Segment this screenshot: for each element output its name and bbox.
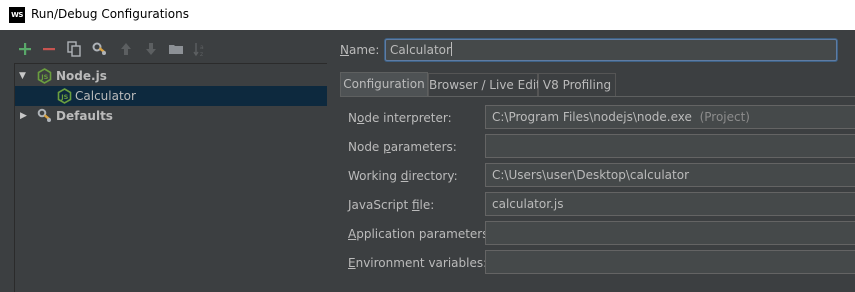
application-parameters-label: Application parameters:	[348, 227, 493, 241]
interpreter-scope: (Project)	[699, 110, 750, 124]
node-parameters-row: Node parameters:	[340, 134, 855, 158]
tree-item-nodejs[interactable]: ▼ JS Node.js	[15, 66, 327, 86]
node-interpreter-field[interactable]: C:\Program Files\nodejs\node.exe (Projec…	[485, 105, 855, 129]
name-label: Name:	[340, 43, 380, 57]
configurations-panel: az ▼ JS Node.js JS Calculator ▶ Defaults	[0, 30, 330, 292]
node-parameters-label: Node parameters:	[348, 140, 457, 154]
nodejs-icon: JS	[37, 68, 52, 84]
javascript-file-label: JavaScript file:	[348, 198, 435, 212]
node-interpreter-label: Node interpreter:	[348, 111, 452, 125]
node-parameters-field[interactable]	[485, 134, 855, 158]
tab-browser-live-edit[interactable]: Browser / Live Edit	[428, 73, 541, 96]
environment-variables-row: Environment variables:	[340, 250, 855, 274]
tab-configuration[interactable]: Configuration	[340, 72, 428, 96]
working-directory-field[interactable]: C:\Users\user\Desktop\calculator	[485, 163, 855, 187]
svg-text:JS: JS	[40, 73, 48, 81]
collapse-arrow-icon[interactable]: ▶	[20, 111, 27, 121]
remove-icon[interactable]	[40, 40, 58, 58]
svg-text:JS: JS	[60, 93, 68, 101]
application-parameters-field[interactable]	[485, 221, 855, 245]
expand-arrow-icon[interactable]: ▼	[19, 71, 26, 81]
copy-icon[interactable]	[65, 40, 83, 58]
tree-item-defaults[interactable]: ▶ Defaults	[15, 106, 327, 126]
tree-item-calculator[interactable]: JS Calculator	[15, 86, 327, 106]
wrench-icon	[37, 108, 52, 124]
javascript-file-field[interactable]: calculator.js	[485, 192, 855, 216]
environment-variables-field[interactable]	[485, 250, 855, 274]
window-title: Run/Debug Configurations	[31, 7, 189, 21]
configuration-form: Node interpreter: C:\Program Files\nodej…	[340, 96, 855, 292]
tree-item-label: Defaults	[56, 109, 113, 123]
add-icon[interactable]	[16, 40, 34, 58]
move-down-icon[interactable]	[142, 40, 160, 58]
tree-item-label: Calculator	[75, 89, 136, 103]
working-directory-row: Working directory: C:\Users\user\Desktop…	[340, 163, 855, 187]
working-directory-label: Working directory:	[348, 169, 458, 183]
nodejs-icon: JS	[57, 88, 72, 104]
tree-item-label: Node.js	[56, 69, 107, 83]
title-bar: WS Run/Debug Configurations	[0, 0, 855, 30]
sort-icon[interactable]: az	[192, 40, 210, 58]
svg-text:a: a	[200, 44, 204, 51]
move-up-icon[interactable]	[117, 40, 135, 58]
application-parameters-row: Application parameters:	[340, 221, 855, 245]
configurations-tree: ▼ JS Node.js JS Calculator ▶ Defaults	[14, 63, 327, 292]
edit-defaults-icon[interactable]	[91, 40, 109, 58]
environment-variables-label: Environment variables:	[348, 256, 488, 270]
folder-icon[interactable]	[167, 40, 185, 58]
configuration-editor: Name: Calculator Configuration Browser /…	[330, 30, 855, 292]
node-interpreter-row: Node interpreter: C:\Program Files\nodej…	[340, 105, 855, 129]
name-input[interactable]: Calculator	[385, 39, 837, 61]
text-caret	[450, 42, 452, 56]
svg-text:z: z	[200, 51, 203, 58]
webstorm-app-icon: WS	[9, 7, 25, 23]
tab-v8-profiling[interactable]: V8 Profiling	[538, 73, 616, 96]
javascript-file-row: JavaScript file: calculator.js	[340, 192, 855, 216]
